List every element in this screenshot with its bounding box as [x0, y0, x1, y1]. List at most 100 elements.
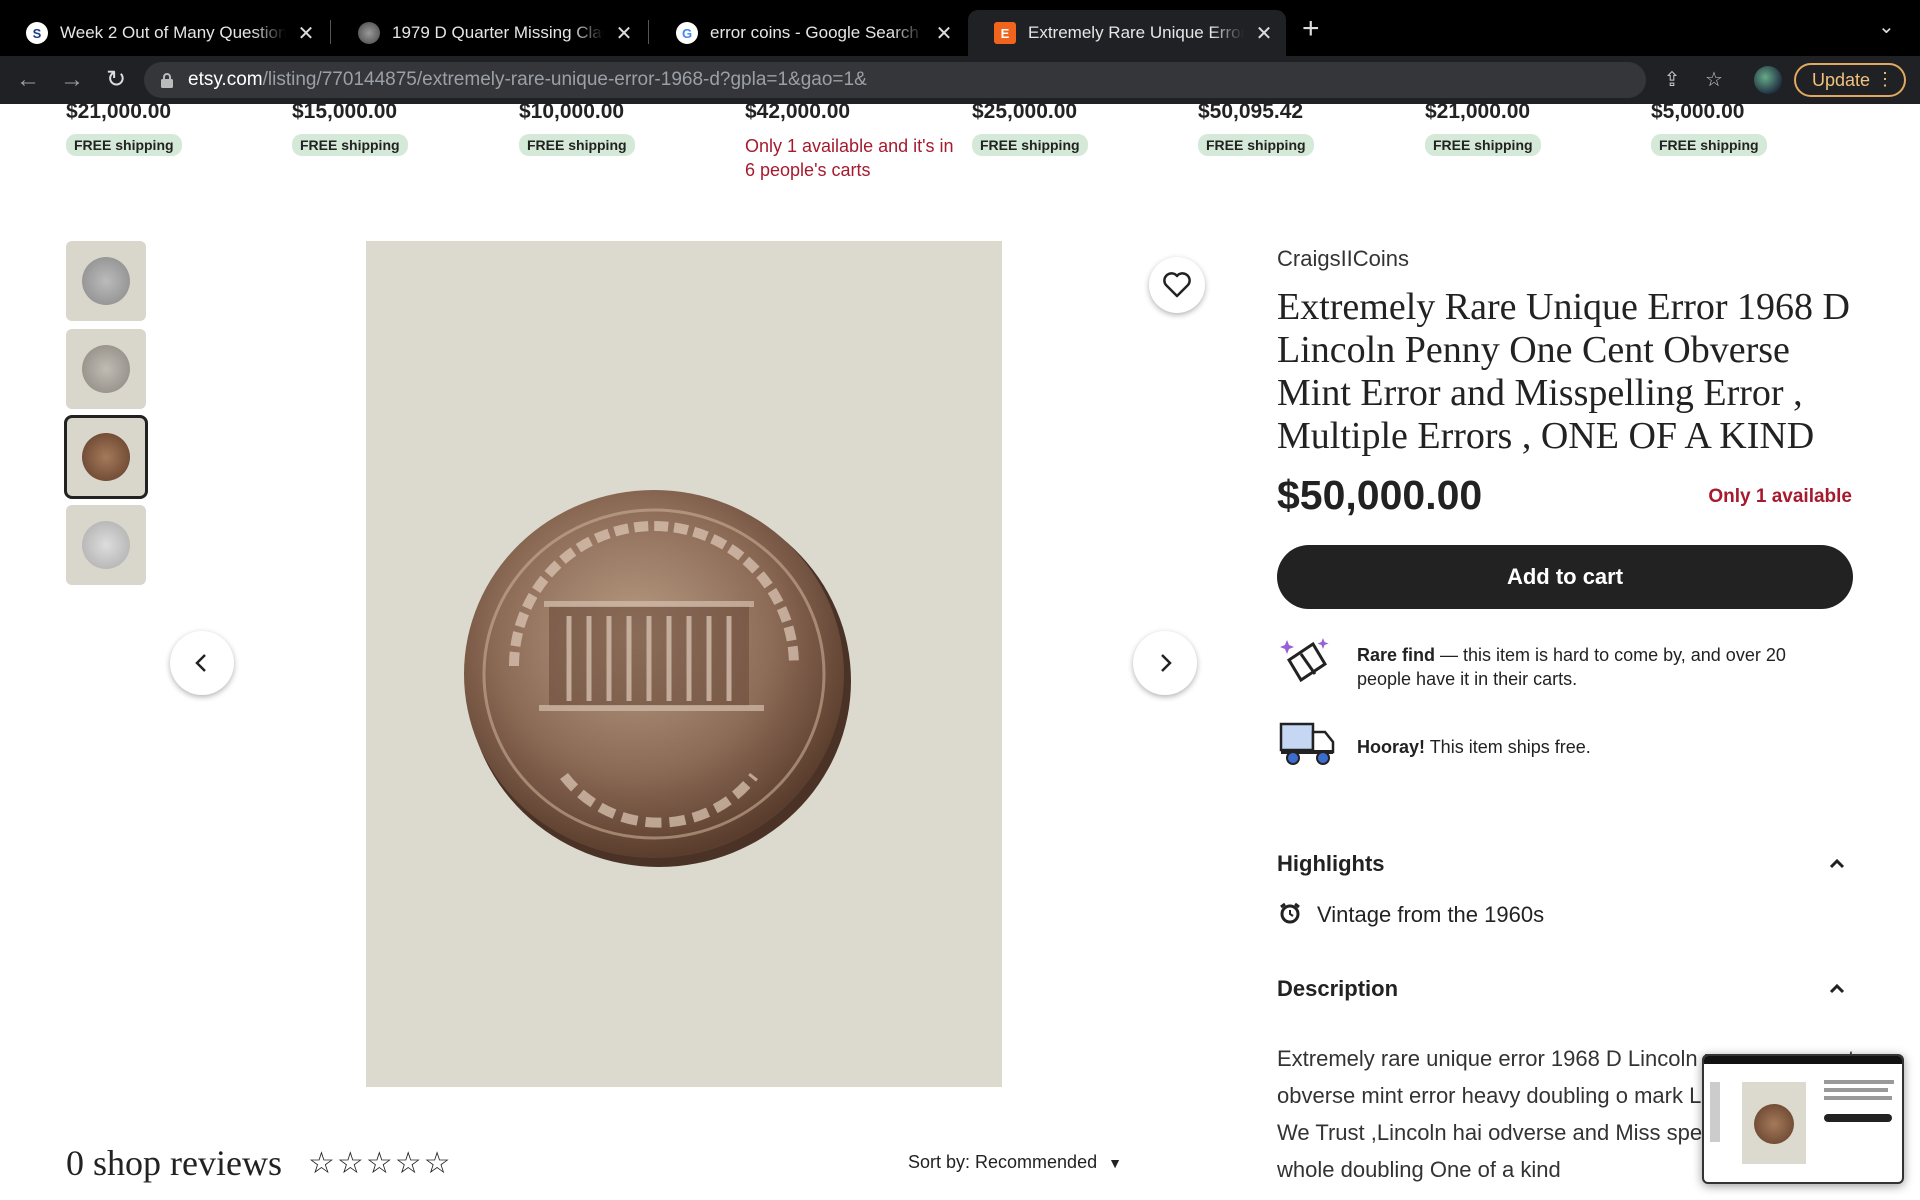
- rec-card[interactable]: $5,000.00 FREE shipping: [1651, 100, 1861, 156]
- free-shipping-badge: FREE shipping: [292, 134, 408, 156]
- free-shipping-badge: FREE shipping: [1425, 134, 1541, 156]
- tab-week2[interactable]: S Week 2 Out of Many Question ✕: [0, 10, 328, 56]
- rec-price: $25,000.00: [972, 100, 1078, 123]
- url-path: /listing/770144875/extremely-rare-unique…: [262, 69, 867, 90]
- close-icon[interactable]: ✕: [1254, 21, 1274, 46]
- rec-card[interactable]: $42,000.00 Only 1 available and it's in 6…: [745, 100, 955, 182]
- star-icon: ☆: [394, 1147, 424, 1180]
- rec-price: $21,000.00: [66, 100, 172, 123]
- profile-avatar[interactable]: [1754, 66, 1782, 94]
- free-shipping-badge: FREE shipping: [1651, 134, 1767, 156]
- star-icon: ☆: [308, 1147, 337, 1180]
- penny-coin-image: [464, 490, 851, 867]
- rec-price: $15,000.00: [292, 100, 398, 123]
- tab-title: Extremely Rare Unique Error 19: [1028, 23, 1244, 42]
- s-circle-icon: S: [26, 22, 48, 44]
- rec-card[interactable]: $15,000.00 FREE shipping: [292, 100, 502, 156]
- product-price: $50,000.00: [1277, 472, 1483, 518]
- chevron-up-icon[interactable]: [1828, 980, 1846, 998]
- caret-down-icon: ▼: [1108, 1155, 1122, 1171]
- close-icon[interactable]: ✕: [934, 21, 954, 46]
- favorite-button[interactable]: [1149, 257, 1205, 313]
- stock-status: Only 1 available: [1708, 486, 1852, 507]
- rec-card[interactable]: $21,000.00 FREE shipping: [66, 100, 276, 156]
- tab-search-chevron-icon[interactable]: ⌄: [1878, 14, 1895, 39]
- rec-price: $5,000.00: [1651, 100, 1745, 123]
- rec-price: $50,095.42: [1198, 100, 1304, 123]
- more-menu-icon[interactable]: ⋮: [1876, 69, 1894, 90]
- thumbnail-image-selected[interactable]: [64, 415, 148, 499]
- star-icon: ☆: [336, 1147, 366, 1180]
- thumbnail-image[interactable]: [66, 241, 146, 321]
- highlights-toggle[interactable]: Highlights: [1277, 851, 1385, 877]
- browser-toolbar: ← → ↻ etsy.com/listing/770144875/extreme…: [0, 56, 1920, 104]
- rare-find-sparkle-icon: [1280, 638, 1329, 683]
- free-shipping-badge: FREE shipping: [519, 134, 635, 156]
- delivery-truck-icon: [1279, 722, 1335, 765]
- tab-title: Week 2 Out of Many Question: [60, 23, 286, 42]
- rec-card[interactable]: $25,000.00 FREE shipping: [972, 100, 1182, 156]
- tab-divider: [648, 20, 649, 44]
- forward-arrow-icon[interactable]: →: [58, 66, 86, 94]
- address-bar[interactable]: etsy.com/listing/770144875/extremely-rar…: [144, 62, 1646, 98]
- lock-icon: [161, 73, 173, 88]
- main-product-image[interactable]: [366, 241, 1002, 1087]
- rec-card[interactable]: $21,000.00 FREE shipping: [1425, 100, 1635, 156]
- new-tab-button[interactable]: +: [1302, 14, 1320, 44]
- update-button[interactable]: Update ⋮: [1794, 63, 1906, 97]
- star-icon: ☆: [423, 1147, 453, 1180]
- rare-find-text: Rare find — this item is hard to come by…: [1357, 643, 1827, 691]
- etsy-icon: E: [994, 22, 1016, 44]
- tab-google[interactable]: G error coins - Google Search ✕: [650, 10, 966, 56]
- shipping-description: This item ships free.: [1425, 737, 1591, 757]
- prev-image-button[interactable]: [170, 631, 234, 695]
- description-toggle[interactable]: Description: [1277, 976, 1398, 1002]
- tab-title: error coins - Google Search: [710, 23, 919, 42]
- shop-name-link[interactable]: CraigsIICoins: [1277, 246, 1409, 272]
- back-arrow-icon[interactable]: ←: [14, 66, 42, 94]
- tab-quarter[interactable]: 1979 D Quarter Missing Clad | C ✕: [332, 10, 646, 56]
- shop-reviews-heading: 0 shop reviews: [66, 1143, 282, 1183]
- free-shipping-badge: FREE shipping: [66, 134, 182, 156]
- reload-icon[interactable]: ↻: [102, 66, 130, 94]
- thumbnail-image[interactable]: [66, 329, 146, 409]
- close-icon[interactable]: ✕: [614, 21, 634, 46]
- sort-label: Sort by: Recommended: [908, 1152, 1098, 1172]
- chevron-left-icon: [195, 654, 206, 672]
- heart-icon: [1163, 272, 1191, 298]
- rec-price: $42,000.00: [745, 100, 851, 123]
- rec-price: $21,000.00: [1425, 100, 1531, 123]
- star-icon: ☆: [365, 1147, 395, 1180]
- rec-price: $10,000.00: [519, 100, 625, 123]
- thumbnail-image[interactable]: [66, 505, 146, 585]
- sort-dropdown[interactable]: Sort by: Recommended ▼: [908, 1152, 1122, 1173]
- coin-icon: [358, 22, 380, 44]
- star-rating: ☆☆☆☆☆: [308, 1146, 453, 1181]
- rec-card[interactable]: $10,000.00 FREE shipping: [519, 100, 729, 156]
- bookmark-star-icon[interactable]: ☆: [1702, 68, 1726, 92]
- google-icon: G: [676, 22, 698, 44]
- shipping-bold: Hooray!: [1357, 737, 1426, 757]
- update-label: Update: [1812, 69, 1871, 90]
- browser-tab-bar: S Week 2 Out of Many Question ✕ 1979 D Q…: [0, 0, 1920, 56]
- rare-find-bold: Rare find: [1357, 645, 1436, 665]
- rec-availability: Only 1 available and it's in 6 people's …: [745, 136, 954, 180]
- product-title: Extremely Rare Unique Error 1968 D Linco…: [1277, 286, 1850, 457]
- close-icon[interactable]: ✕: [296, 21, 316, 46]
- highlight-vintage: Vintage from the 1960s: [1317, 902, 1545, 927]
- free-shipping-badge: FREE shipping: [972, 134, 1088, 156]
- chevron-right-icon: [1161, 654, 1172, 672]
- share-icon[interactable]: ⇪: [1660, 68, 1684, 92]
- chevron-up-icon[interactable]: [1828, 855, 1846, 873]
- screenshot-preview-thumbnail[interactable]: [1702, 1054, 1904, 1184]
- free-shipping-text: Hooray! This item ships free.: [1357, 735, 1827, 759]
- rec-card[interactable]: $50,095.42 FREE shipping: [1198, 100, 1408, 156]
- alarm-clock-icon: [1280, 902, 1300, 924]
- add-to-cart-button[interactable]: Add to cart: [1277, 545, 1853, 609]
- next-image-button[interactable]: [1133, 631, 1197, 695]
- tab-etsy-active[interactable]: E Extremely Rare Unique Error 19 ✕: [968, 10, 1286, 56]
- tab-divider: [330, 20, 331, 44]
- url-domain: etsy.com: [188, 69, 263, 90]
- free-shipping-badge: FREE shipping: [1198, 134, 1314, 156]
- tab-title: 1979 D Quarter Missing Clad | C: [392, 23, 604, 42]
